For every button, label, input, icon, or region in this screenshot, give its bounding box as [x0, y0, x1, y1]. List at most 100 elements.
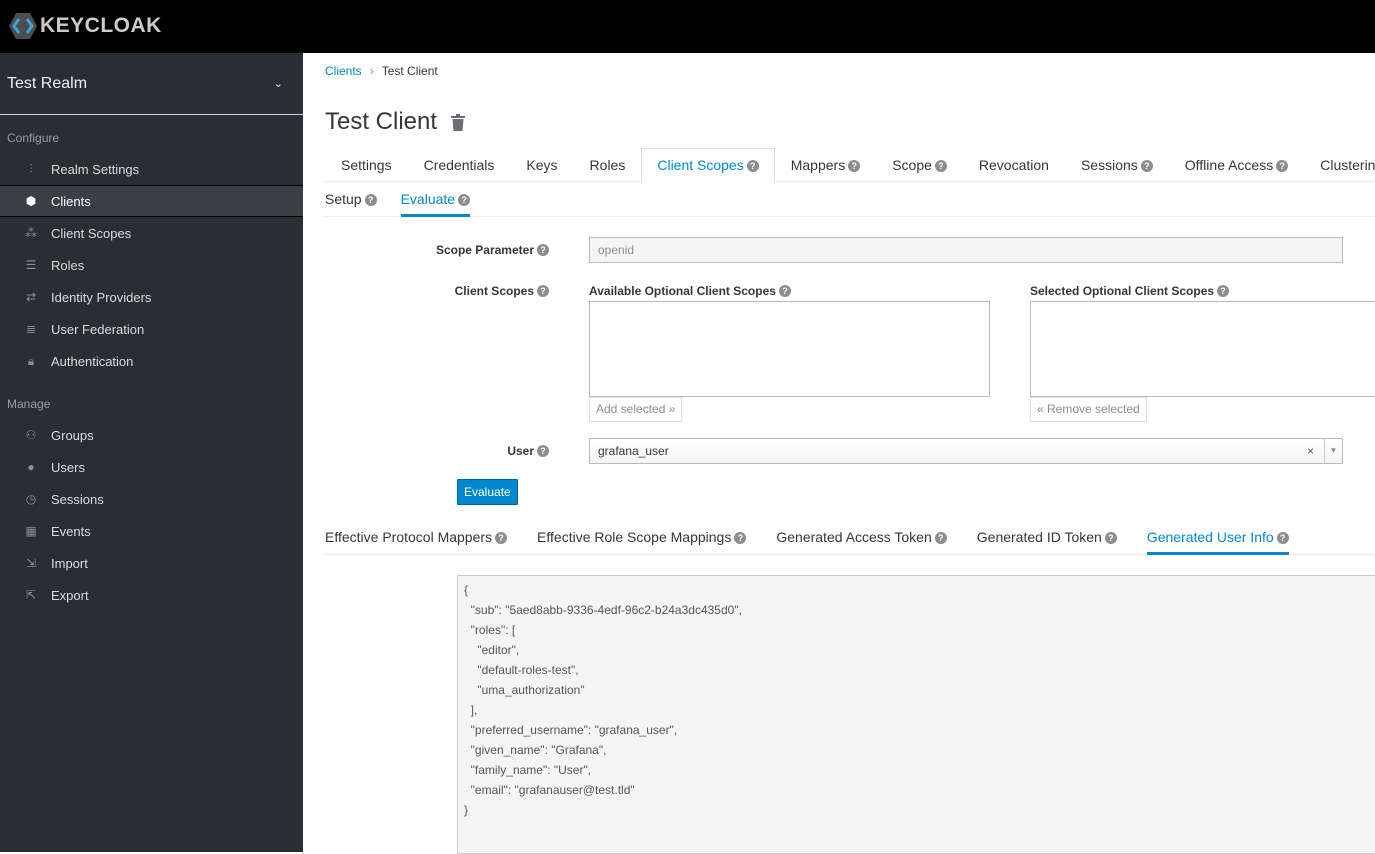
selected-scopes-label: Selected Optional Client Scopes? — [1030, 284, 1230, 298]
user-icon: ● — [27, 460, 35, 474]
sidebar-item-users[interactable]: ● Users — [0, 451, 303, 483]
tab-mappers[interactable]: Mappers? — [775, 148, 876, 181]
keycloak-logo-icon — [9, 13, 37, 39]
sidebar-item-export[interactable]: ⇱ Export — [0, 579, 303, 611]
sidebar-item-identity-providers[interactable]: ⇄ Identity Providers — [0, 281, 303, 313]
tab-scope[interactable]: Scope? — [876, 148, 963, 181]
user-info-output[interactable]: { "sub": "5aed8abb-9336-4edf-96c2-b24a3d… — [457, 575, 1375, 854]
help-icon: ? — [537, 285, 549, 297]
tab-sessions[interactable]: Sessions? — [1065, 148, 1169, 181]
add-selected-button[interactable]: Add selected » — [589, 397, 683, 422]
help-icon: ? — [537, 244, 549, 256]
output-line: { — [464, 583, 469, 597]
tab-revocation[interactable]: Revocation — [963, 148, 1065, 181]
page-title: Test Client — [325, 108, 438, 135]
help-icon: ? — [1217, 285, 1230, 297]
exchange-icon: ⇄ — [25, 290, 37, 304]
help-icon: ? — [1276, 160, 1289, 172]
breadcrumb: Clients › Test Client — [325, 64, 438, 78]
sidebar-item-import[interactable]: ⇲ Import — [0, 547, 303, 579]
result-tab-generated-user-info[interactable]: Generated User Info? — [1146, 522, 1289, 555]
output-line: "default-roles-test", — [464, 663, 579, 677]
import-icon: ⇲ — [25, 556, 37, 570]
clear-icon[interactable]: × — [1307, 444, 1314, 458]
scope-parameter-label: Scope Parameter? — [319, 243, 549, 257]
trash-icon[interactable] — [451, 113, 466, 131]
tab-clustering[interactable]: Clustering — [1304, 148, 1375, 181]
client-tabs: Settings Credentials Keys Roles Client Scope… — [325, 148, 1375, 183]
available-scopes-list[interactable] — [589, 301, 990, 397]
help-icon: ? — [1104, 532, 1117, 544]
section-configure: Configure — [7, 131, 60, 145]
help-icon: ? — [934, 532, 947, 544]
tab-keys[interactable]: Keys — [510, 148, 573, 181]
sidebar-item-sessions[interactable]: ◷ Sessions — [0, 483, 303, 515]
scope-parameter-input[interactable]: openid — [589, 237, 1343, 263]
clock-icon: ◷ — [25, 492, 37, 506]
sidebar-item-label: User Federation — [51, 321, 145, 337]
result-tab-effective-protocol-mappers[interactable]: Effective Protocol Mappers? — [325, 522, 508, 554]
lock-icon: 🔒︎ — [27, 353, 35, 368]
result-tab-generated-access-token[interactable]: Generated Access Token? — [776, 522, 947, 554]
breadcrumb-current: Test Client — [381, 64, 438, 78]
help-icon: ? — [778, 285, 791, 297]
selected-scopes-list[interactable] — [1030, 301, 1375, 397]
output-line: "roles": [ — [464, 623, 516, 637]
tab-client-scopes[interactable]: Client Scopes? — [641, 148, 775, 183]
main-content: Clients › Test Client Test Client Settings… — [303, 53, 1375, 854]
output-line: "editor", — [464, 643, 520, 657]
realm-selector[interactable]: Test Realm ⌄ — [0, 53, 303, 115]
top-bar: KEYCLOAK — [0, 0, 1375, 53]
dropdown-arrow-icon[interactable]: ▼ — [1324, 439, 1342, 463]
sidebar-item-roles[interactable]: ☰ Roles — [0, 249, 303, 281]
client-scopes-subtabs: Setup? Evaluate? — [325, 185, 1375, 217]
user-label: User? — [319, 444, 549, 458]
result-tab-effective-role-scope-mappings[interactable]: Effective Role Scope Mappings? — [537, 522, 747, 554]
tab-offline-access[interactable]: Offline Access? — [1169, 148, 1304, 181]
logo-text: KEYCLOAK — [40, 14, 162, 37]
sidebar-item-groups[interactable]: ⚇ Groups — [0, 419, 303, 451]
database-icon: ≣ — [25, 322, 37, 336]
sidebar: Test Realm ⌄ Configure ⫶ Realm Settings ⬢ Cl… — [0, 53, 303, 852]
output-line: } — [464, 803, 469, 817]
evaluate-button[interactable]: Evaluate — [457, 479, 518, 505]
section-manage: Manage — [7, 397, 51, 411]
sidebar-item-label: Events — [51, 523, 91, 539]
realm-name: Test Realm — [7, 74, 88, 92]
result-tabs: Effective Protocol Mappers? Effective Rol… — [325, 522, 1375, 555]
tab-credentials[interactable]: Credentials — [408, 148, 511, 181]
sidebar-item-client-scopes[interactable]: ⁂ Client Scopes — [0, 217, 303, 249]
cube-icon: ⬢ — [25, 194, 37, 208]
help-icon: ? — [458, 194, 471, 206]
output-line: ], — [464, 703, 478, 717]
keycloak-logo[interactable]: KEYCLOAK — [8, 12, 162, 40]
sidebar-item-authentication[interactable]: 🔒︎ Authentication — [0, 345, 303, 377]
help-icon: ? — [537, 445, 549, 457]
help-icon: ? — [1276, 532, 1289, 544]
subtab-evaluate[interactable]: Evaluate? — [400, 185, 471, 217]
remove-selected-button[interactable]: « Remove selected — [1030, 397, 1147, 422]
breadcrumb-clients-link[interactable]: Clients — [325, 64, 362, 78]
tab-settings[interactable]: Settings — [325, 148, 408, 181]
sidebar-item-label: Groups — [51, 427, 94, 443]
result-tab-generated-id-token[interactable]: Generated ID Token? — [977, 522, 1117, 554]
calendar-icon: ▦ — [25, 524, 37, 538]
subtab-setup[interactable]: Setup? — [325, 185, 377, 216]
sidebar-item-user-federation[interactable]: ≣ User Federation — [0, 313, 303, 345]
output-line: "given_name": "Grafana", — [464, 743, 607, 757]
sidebar-item-realm-settings[interactable]: ⫶ Realm Settings — [0, 153, 303, 185]
output-line: "uma_authorization" — [464, 683, 585, 697]
help-icon: ? — [1140, 160, 1153, 172]
sidebar-item-label: Identity Providers — [51, 289, 152, 305]
sidebar-item-clients[interactable]: ⬢ Clients — [0, 185, 303, 217]
output-line: "sub": "5aed8abb-9336-4edf-96c2-b24a3dc4… — [464, 603, 742, 617]
help-icon: ? — [934, 160, 947, 172]
available-scopes-label: Available Optional Client Scopes? — [589, 284, 791, 298]
sidebar-item-label: Authentication — [51, 353, 134, 369]
chevron-down-icon: ⌄ — [273, 78, 283, 90]
users-icon: ⚇ — [25, 428, 37, 442]
user-select[interactable]: grafana_user × ▼ — [589, 438, 1343, 464]
sidebar-item-events[interactable]: ▦ Events — [0, 515, 303, 547]
tab-roles[interactable]: Roles — [574, 148, 642, 181]
help-icon: ? — [734, 532, 747, 544]
